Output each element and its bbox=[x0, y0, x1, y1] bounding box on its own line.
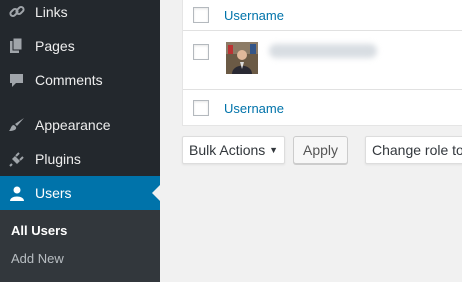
select-all-checkbox-footer[interactable] bbox=[193, 100, 209, 116]
divider bbox=[183, 30, 462, 31]
sidebar-item-appearance[interactable]: Appearance bbox=[0, 108, 160, 142]
bulk-actions-value: Bulk Actions bbox=[189, 142, 266, 158]
active-menu-arrow bbox=[152, 185, 160, 201]
chevron-down-icon: ▼ bbox=[269, 145, 278, 155]
appearance-brush-icon bbox=[8, 116, 26, 134]
change-role-select[interactable]: Change role to… bbox=[365, 136, 462, 164]
users-submenu: All Users Add New bbox=[0, 210, 160, 282]
sidebar-item-plugins[interactable]: Plugins bbox=[0, 142, 160, 176]
sidebar-item-users[interactable]: Users bbox=[0, 176, 160, 210]
sidebar-item-links[interactable]: Links bbox=[0, 0, 160, 29]
comments-icon bbox=[8, 71, 26, 89]
username-column-header[interactable]: Username bbox=[224, 8, 284, 24]
username-column-footer[interactable]: Username bbox=[224, 101, 284, 117]
apply-button[interactable]: Apply bbox=[293, 136, 348, 164]
submenu-item-all-users[interactable]: All Users bbox=[11, 222, 67, 240]
sidebar-item-label: Comments bbox=[35, 72, 103, 88]
avatar bbox=[226, 42, 258, 74]
select-all-checkbox[interactable] bbox=[193, 7, 209, 23]
blurred-username bbox=[269, 44, 377, 58]
submenu-item-add-new[interactable]: Add New bbox=[11, 250, 64, 268]
sidebar-item-label: Plugins bbox=[35, 151, 81, 167]
sidebar-item-pages[interactable]: Pages bbox=[0, 29, 160, 63]
change-role-value: Change role to… bbox=[372, 142, 462, 158]
sidebar-item-label: Users bbox=[35, 185, 72, 201]
bulk-actions-select[interactable]: Bulk Actions ▼ bbox=[182, 136, 285, 164]
users-icon bbox=[8, 184, 26, 202]
plugins-icon bbox=[8, 150, 26, 168]
link-icon bbox=[8, 3, 26, 21]
sidebar-item-label: Appearance bbox=[35, 117, 111, 133]
row-checkbox[interactable] bbox=[193, 44, 209, 60]
users-table: Username Username bbox=[182, 0, 462, 126]
admin-sidebar: Links Pages Comments Appearance Plugins … bbox=[0, 0, 160, 282]
pages-icon bbox=[8, 37, 26, 55]
sidebar-item-label: Pages bbox=[35, 38, 75, 54]
divider bbox=[183, 89, 462, 90]
sidebar-item-comments[interactable]: Comments bbox=[0, 63, 160, 97]
sidebar-item-label: Links bbox=[35, 4, 68, 20]
